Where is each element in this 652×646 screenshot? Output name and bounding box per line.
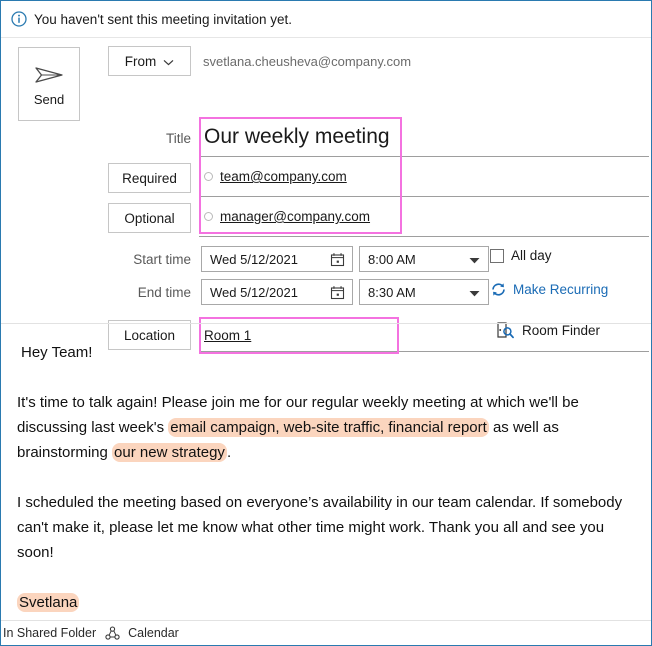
recurrence-arrows-icon <box>490 281 507 298</box>
notification-text: You haven't sent this meeting invitation… <box>34 11 292 27</box>
shared-folder-text: In Shared Folder <box>3 626 97 640</box>
checkbox-box-icon <box>490 248 504 263</box>
optional-attendees-button[interactable]: Optional <box>108 203 191 233</box>
end-time-label: End time <box>137 284 191 300</box>
caret-down-icon[interactable] <box>469 285 480 300</box>
calendar-icon[interactable] <box>330 285 345 300</box>
required-label: Required <box>122 170 177 186</box>
info-circle-icon <box>11 11 27 27</box>
notification-bar: You haven't sent this meeting invitation… <box>1 1 651 38</box>
paper-plane-icon <box>32 62 66 88</box>
title-input[interactable]: Our weekly meeting <box>199 118 649 157</box>
body-paragraph-1: It's time to talk again! Please join me … <box>17 390 633 465</box>
meeting-invitation-window: You haven't sent this meeting invitation… <box>0 0 652 646</box>
optional-recipient[interactable]: manager@company.com <box>220 209 370 224</box>
end-date-value: Wed 5/12/2021 <box>210 284 298 300</box>
all-day-label: All day <box>511 248 552 263</box>
start-time-value: 8:00 AM <box>368 251 416 267</box>
highlighted-text-signature: Svetlana <box>17 593 80 612</box>
required-attendees-input[interactable]: team@company.com <box>199 157 649 197</box>
start-date-input[interactable]: Wed 5/12/2021 <box>201 246 353 272</box>
start-time-input[interactable]: 8:00 AM <box>359 246 489 272</box>
presence-status-icon <box>204 172 213 181</box>
message-body[interactable]: Hey Team! It's time to talk again! Pleas… <box>1 324 651 621</box>
end-time-value: 8:30 AM <box>368 284 416 300</box>
end-time-input[interactable]: 8:30 AM <box>359 279 489 305</box>
from-label: From <box>124 53 157 69</box>
body-signature: Svetlana <box>17 590 633 615</box>
body-text-run: . <box>226 444 232 461</box>
title-label: Title <box>165 130 191 146</box>
calendar-folder-text: Calendar <box>128 626 179 640</box>
shared-folder-icon <box>105 625 120 641</box>
highlighted-text-topics: email campaign, web-site traffic, financ… <box>168 418 489 437</box>
from-dropdown-button[interactable]: From <box>108 46 191 76</box>
from-address: svetlana.cheusheva@company.com <box>203 53 412 69</box>
start-time-label: Start time <box>133 251 191 267</box>
optional-attendees-input[interactable]: manager@company.com <box>199 197 649 237</box>
end-date-input[interactable]: Wed 5/12/2021 <box>201 279 353 305</box>
presence-status-icon <box>204 212 213 221</box>
body-paragraph-2: I scheduled the meeting based on everyon… <box>17 494 623 561</box>
required-recipient[interactable]: team@company.com <box>220 169 347 184</box>
invitation-header-form: Send From svetlana.cheusheva@company.com… <box>1 38 651 354</box>
required-attendees-button[interactable]: Required <box>108 163 191 193</box>
title-value: Our weekly meeting <box>204 125 390 148</box>
status-bar: In Shared Folder Calendar <box>1 620 651 645</box>
body-greeting: Hey Team! <box>21 344 93 361</box>
send-button[interactable]: Send <box>18 47 80 121</box>
calendar-icon[interactable] <box>330 252 345 267</box>
caret-down-icon[interactable] <box>469 252 480 267</box>
make-recurring-label: Make Recurring <box>513 282 609 297</box>
chevron-down-icon <box>163 54 174 69</box>
highlighted-text-strategy: our new strategy <box>112 443 227 462</box>
all-day-checkbox[interactable]: All day <box>490 248 552 263</box>
optional-label: Optional <box>124 210 175 226</box>
start-date-value: Wed 5/12/2021 <box>210 251 298 267</box>
send-button-label: Send <box>33 91 65 107</box>
make-recurring-button[interactable]: Make Recurring <box>490 281 608 298</box>
